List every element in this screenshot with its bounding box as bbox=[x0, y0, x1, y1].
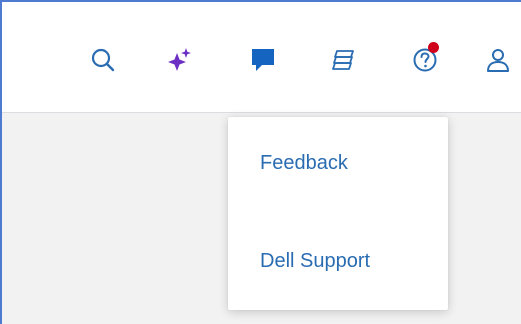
layers-icon bbox=[332, 50, 354, 70]
feedback-dropdown-menu: Feedback Dell Support bbox=[228, 117, 448, 310]
menu-item-feedback[interactable]: Feedback bbox=[260, 151, 348, 175]
ai-sparkle-icon bbox=[168, 48, 191, 71]
feedback-button[interactable] bbox=[247, 44, 279, 76]
ai-assistant-button[interactable] bbox=[164, 44, 196, 76]
help-button[interactable] bbox=[409, 42, 441, 76]
feedback-chat-icon bbox=[252, 49, 274, 71]
app-window: Feedback Dell Support bbox=[0, 0, 521, 324]
menu-item-dell-support[interactable]: Dell Support bbox=[260, 249, 370, 273]
user-account-button[interactable] bbox=[482, 44, 514, 76]
user-icon bbox=[487, 49, 509, 72]
notification-dot bbox=[428, 42, 439, 53]
search-button[interactable] bbox=[87, 44, 119, 76]
search-icon bbox=[91, 48, 115, 72]
top-toolbar bbox=[2, 2, 521, 113]
layers-button[interactable] bbox=[328, 44, 360, 76]
